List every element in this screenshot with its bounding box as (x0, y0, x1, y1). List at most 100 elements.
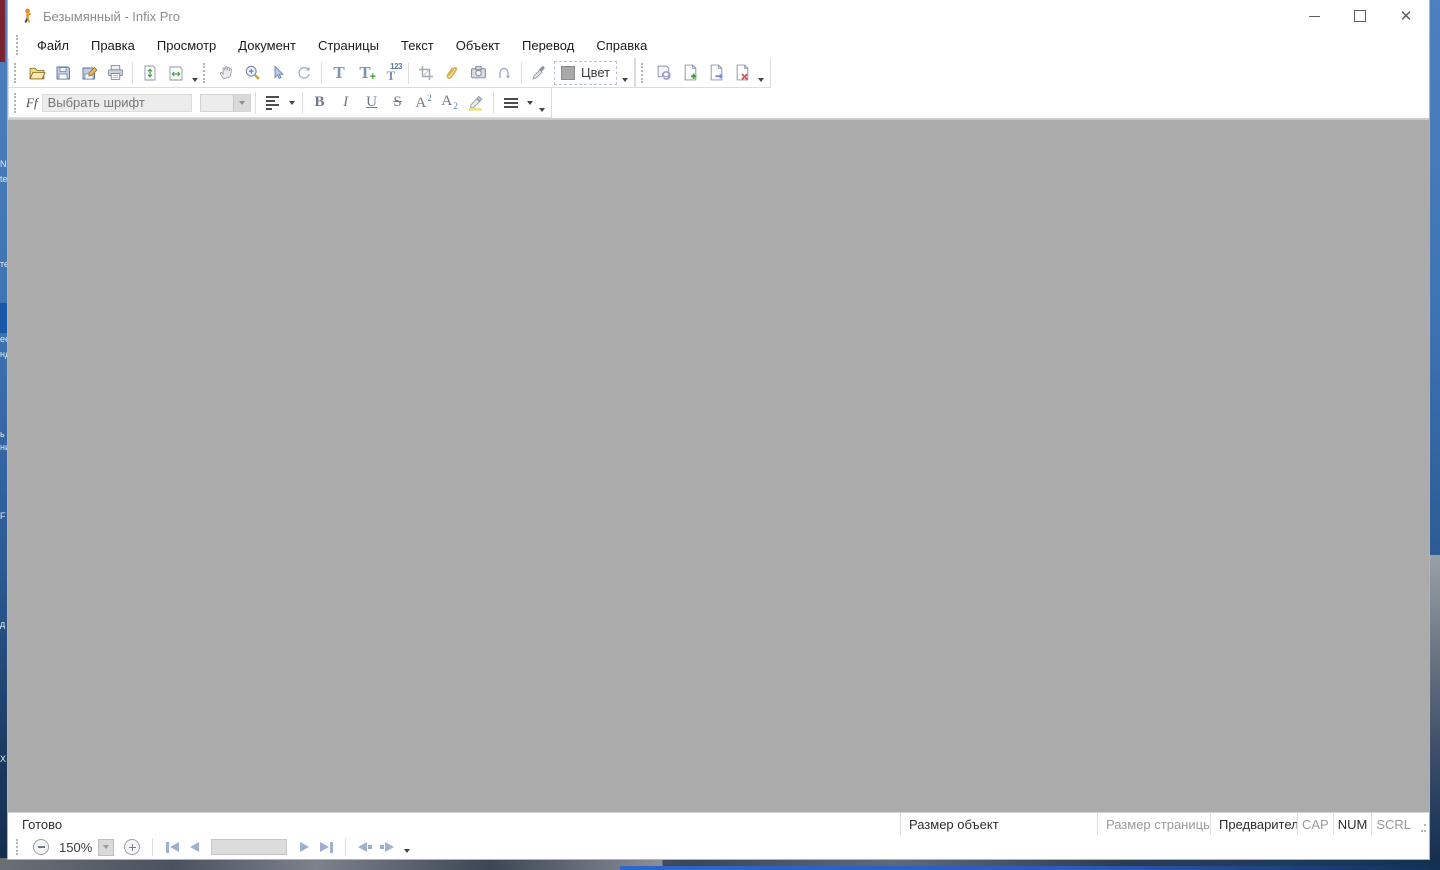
align-dropdown[interactable] (289, 101, 295, 105)
resize-grip[interactable] (1415, 813, 1429, 835)
close-button[interactable]: ✕ (1383, 0, 1429, 32)
path-tool-button[interactable] (491, 60, 517, 86)
menu-text[interactable]: Текст (390, 34, 445, 57)
desktop-icon-label-fragment: те (0, 260, 7, 269)
open-button[interactable] (24, 60, 50, 86)
toolbar-grip[interactable] (16, 839, 23, 855)
minimize-button[interactable] (1291, 0, 1337, 32)
desktop-wallpaper-blue-line (620, 866, 1440, 870)
color-dropdown[interactable] (622, 78, 628, 82)
menu-document[interactable]: Документ (227, 34, 307, 57)
desktop-icon-label-fragment: нд (0, 350, 7, 359)
hand-tool-button[interactable] (213, 60, 239, 86)
previous-page-button[interactable] (183, 837, 205, 857)
extract-page-icon (708, 64, 725, 81)
text-numbering-button[interactable]: T 123 (378, 60, 404, 86)
zoom-level-dropdown[interactable] (98, 839, 114, 856)
toolbar-grip[interactable] (641, 63, 648, 83)
zoom-out-button[interactable] (33, 839, 49, 855)
font-size-value[interactable] (201, 95, 233, 111)
menubar-grip[interactable] (16, 35, 23, 55)
separator (345, 838, 346, 856)
eyedropper-button[interactable] (526, 60, 552, 86)
save-icon (55, 65, 71, 81)
title-bar[interactable]: Безымянный - Infix Pro ✕ (8, 0, 1429, 32)
zoom-tool-button[interactable] (239, 60, 265, 86)
document-canvas[interactable] (8, 119, 1429, 812)
next-page-button[interactable] (293, 837, 315, 857)
color-picker-button[interactable]: Цвет (554, 61, 617, 85)
line-spacing-dropdown[interactable] (527, 101, 533, 105)
zoom-in-button[interactable] (124, 839, 140, 855)
maximize-button[interactable] (1337, 0, 1383, 32)
subscript-button[interactable]: A2 (437, 90, 463, 116)
rotate-icon (296, 65, 312, 81)
underline-icon: U (366, 95, 377, 110)
new-text-box-button[interactable]: T + (352, 60, 378, 86)
bold-button[interactable]: B (307, 90, 333, 116)
pages-dropdown[interactable] (758, 78, 764, 82)
align-button[interactable] (260, 90, 286, 116)
menu-help[interactable]: Справка (585, 34, 658, 57)
menu-pages[interactable]: Страницы (307, 34, 390, 57)
save-button[interactable] (50, 60, 76, 86)
font-name-input[interactable] (42, 94, 192, 112)
chevron-down-icon (103, 845, 109, 849)
strikethrough-button[interactable]: S (385, 90, 411, 116)
save-as-button[interactable] (76, 60, 102, 86)
extract-page-button[interactable] (703, 60, 729, 86)
desktop-icon-label-fragment: te (0, 175, 7, 184)
toolbar-grip[interactable] (203, 63, 210, 83)
rotate-tool-button[interactable] (291, 60, 317, 86)
status-bar: Готово Размер объект Размер страницы Пре… (8, 812, 1429, 835)
fit-height-button[interactable] (137, 60, 163, 86)
rotate-pages-button[interactable] (651, 60, 677, 86)
toolbar-grip[interactable] (14, 63, 21, 83)
underline-button[interactable]: U (359, 90, 385, 116)
line-spacing-button[interactable] (498, 90, 524, 116)
next-view-button[interactable] (376, 837, 398, 857)
magnifier-icon (244, 64, 261, 81)
separator (132, 62, 133, 84)
superscript-icon: A2 (415, 94, 431, 111)
navigation-bar: 150% (8, 835, 1429, 859)
format-overflow-dropdown[interactable] (539, 108, 545, 112)
clip-tool-button[interactable] (439, 60, 465, 86)
menu-view[interactable]: Просмотр (146, 34, 227, 57)
menu-edit[interactable]: Правка (80, 34, 146, 57)
fit-width-button[interactable] (163, 60, 189, 86)
highlight-button[interactable] (463, 90, 489, 116)
snapshot-tool-button[interactable] (465, 60, 491, 86)
font-size-dropdown[interactable] (233, 95, 250, 111)
superscript-button[interactable]: A2 (411, 90, 437, 116)
toolbar-grip[interactable] (14, 93, 21, 113)
main-toolbar: T T + T 123 (8, 58, 635, 88)
separator (408, 62, 409, 84)
previous-view-button[interactable] (354, 837, 376, 857)
font-size-combo[interactable] (200, 94, 251, 112)
eyedropper-icon (531, 65, 547, 81)
page-number-input[interactable] (211, 839, 287, 855)
last-page-button[interactable] (315, 837, 337, 857)
crop-tool-button[interactable] (413, 60, 439, 86)
italic-button[interactable]: I (333, 90, 359, 116)
menu-object[interactable]: Объект (445, 34, 511, 57)
select-tool-button[interactable] (265, 60, 291, 86)
fit-height-icon (142, 65, 158, 81)
print-button[interactable] (102, 60, 128, 86)
color-swatch-icon (561, 66, 575, 80)
menu-file[interactable]: Файл (26, 34, 80, 57)
first-page-button[interactable] (161, 837, 183, 857)
desktop-icon-label-fragment: ни (0, 443, 7, 452)
nav-overflow-dropdown[interactable] (404, 849, 410, 853)
menu-translate[interactable]: Перевод (511, 34, 585, 57)
zoom-presets-dropdown[interactable] (192, 78, 198, 82)
insert-page-button[interactable] (677, 60, 703, 86)
bar-icon (330, 842, 333, 853)
edit-text-tool-button[interactable]: T (326, 60, 352, 86)
crop-icon (418, 65, 434, 81)
delete-page-button[interactable] (729, 60, 755, 86)
text-tool-icon: T (333, 64, 344, 81)
color-button-label: Цвет (581, 65, 610, 80)
num-lock-indicator: NUM (1333, 813, 1372, 835)
